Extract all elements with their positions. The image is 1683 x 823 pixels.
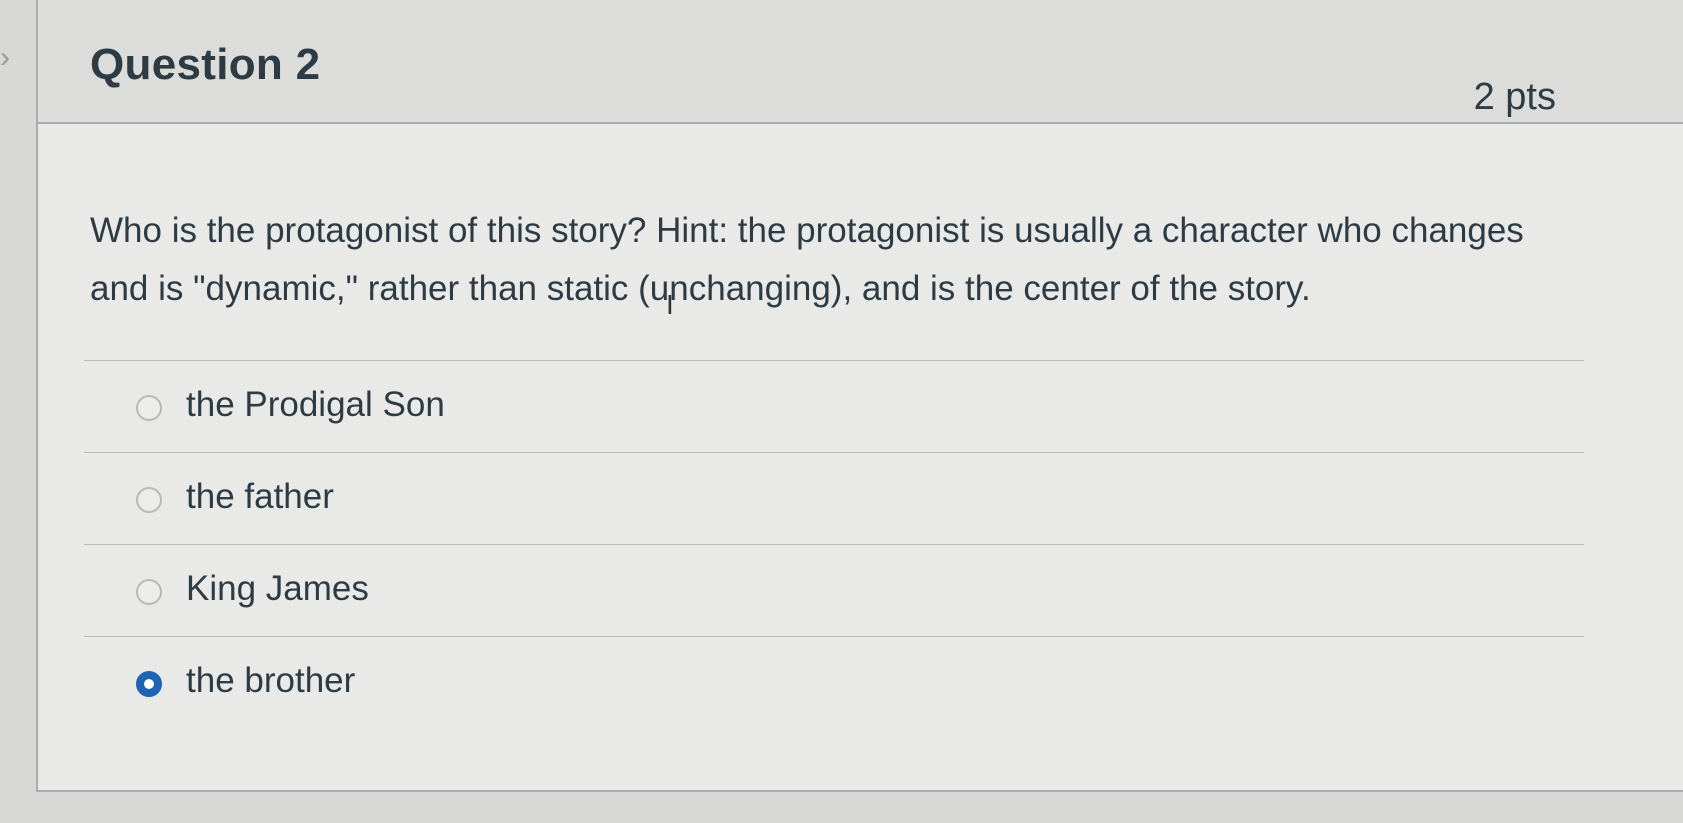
answer-list: the Prodigal Son the father King James t… [84,360,1584,728]
radio-button-selected[interactable] [136,671,162,697]
question-title: Question 2 [90,40,321,89]
radio-button[interactable] [136,395,162,421]
answer-option[interactable]: the Prodigal Son [84,360,1584,452]
question-points: 2 pts [1473,76,1556,118]
answer-label[interactable]: the father [186,477,334,517]
question-text: Who is the protagonist of this story? Hi… [90,211,1524,308]
answer-option[interactable]: the father [84,452,1584,544]
text-cursor-icon: I [666,289,674,320]
radio-button[interactable] [136,579,162,605]
question-card: Question 2 2 pts Who is the protagonist … [36,0,1683,792]
chevron-right-icon[interactable]: › [0,38,22,78]
radio-button[interactable] [136,487,162,513]
answer-label[interactable]: King James [186,569,369,609]
answer-label[interactable]: the Prodigal Son [186,385,445,425]
question-header: Question 2 2 pts [38,0,1683,124]
answer-option-selected[interactable]: the brother [84,636,1584,728]
answer-label[interactable]: the brother [186,661,355,701]
answer-option[interactable]: King James [84,544,1584,636]
